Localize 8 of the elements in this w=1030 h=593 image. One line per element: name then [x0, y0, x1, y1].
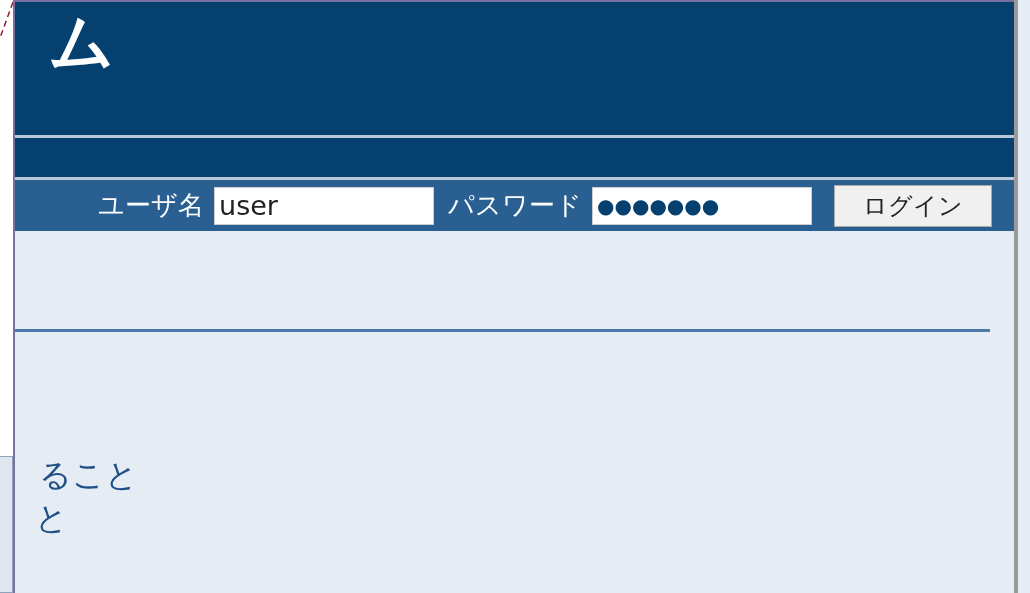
content-text: ること — [38, 455, 139, 496]
username-field[interactable]: user — [214, 186, 435, 225]
login-button[interactable]: ログイン — [834, 184, 993, 227]
username-label: ユーザ名 — [98, 189, 205, 222]
password-field[interactable]: ●●●●●●● — [592, 186, 813, 225]
password-label: パスワード — [448, 189, 583, 222]
content-text: と — [34, 498, 69, 539]
site-title: ム — [48, 10, 115, 74]
